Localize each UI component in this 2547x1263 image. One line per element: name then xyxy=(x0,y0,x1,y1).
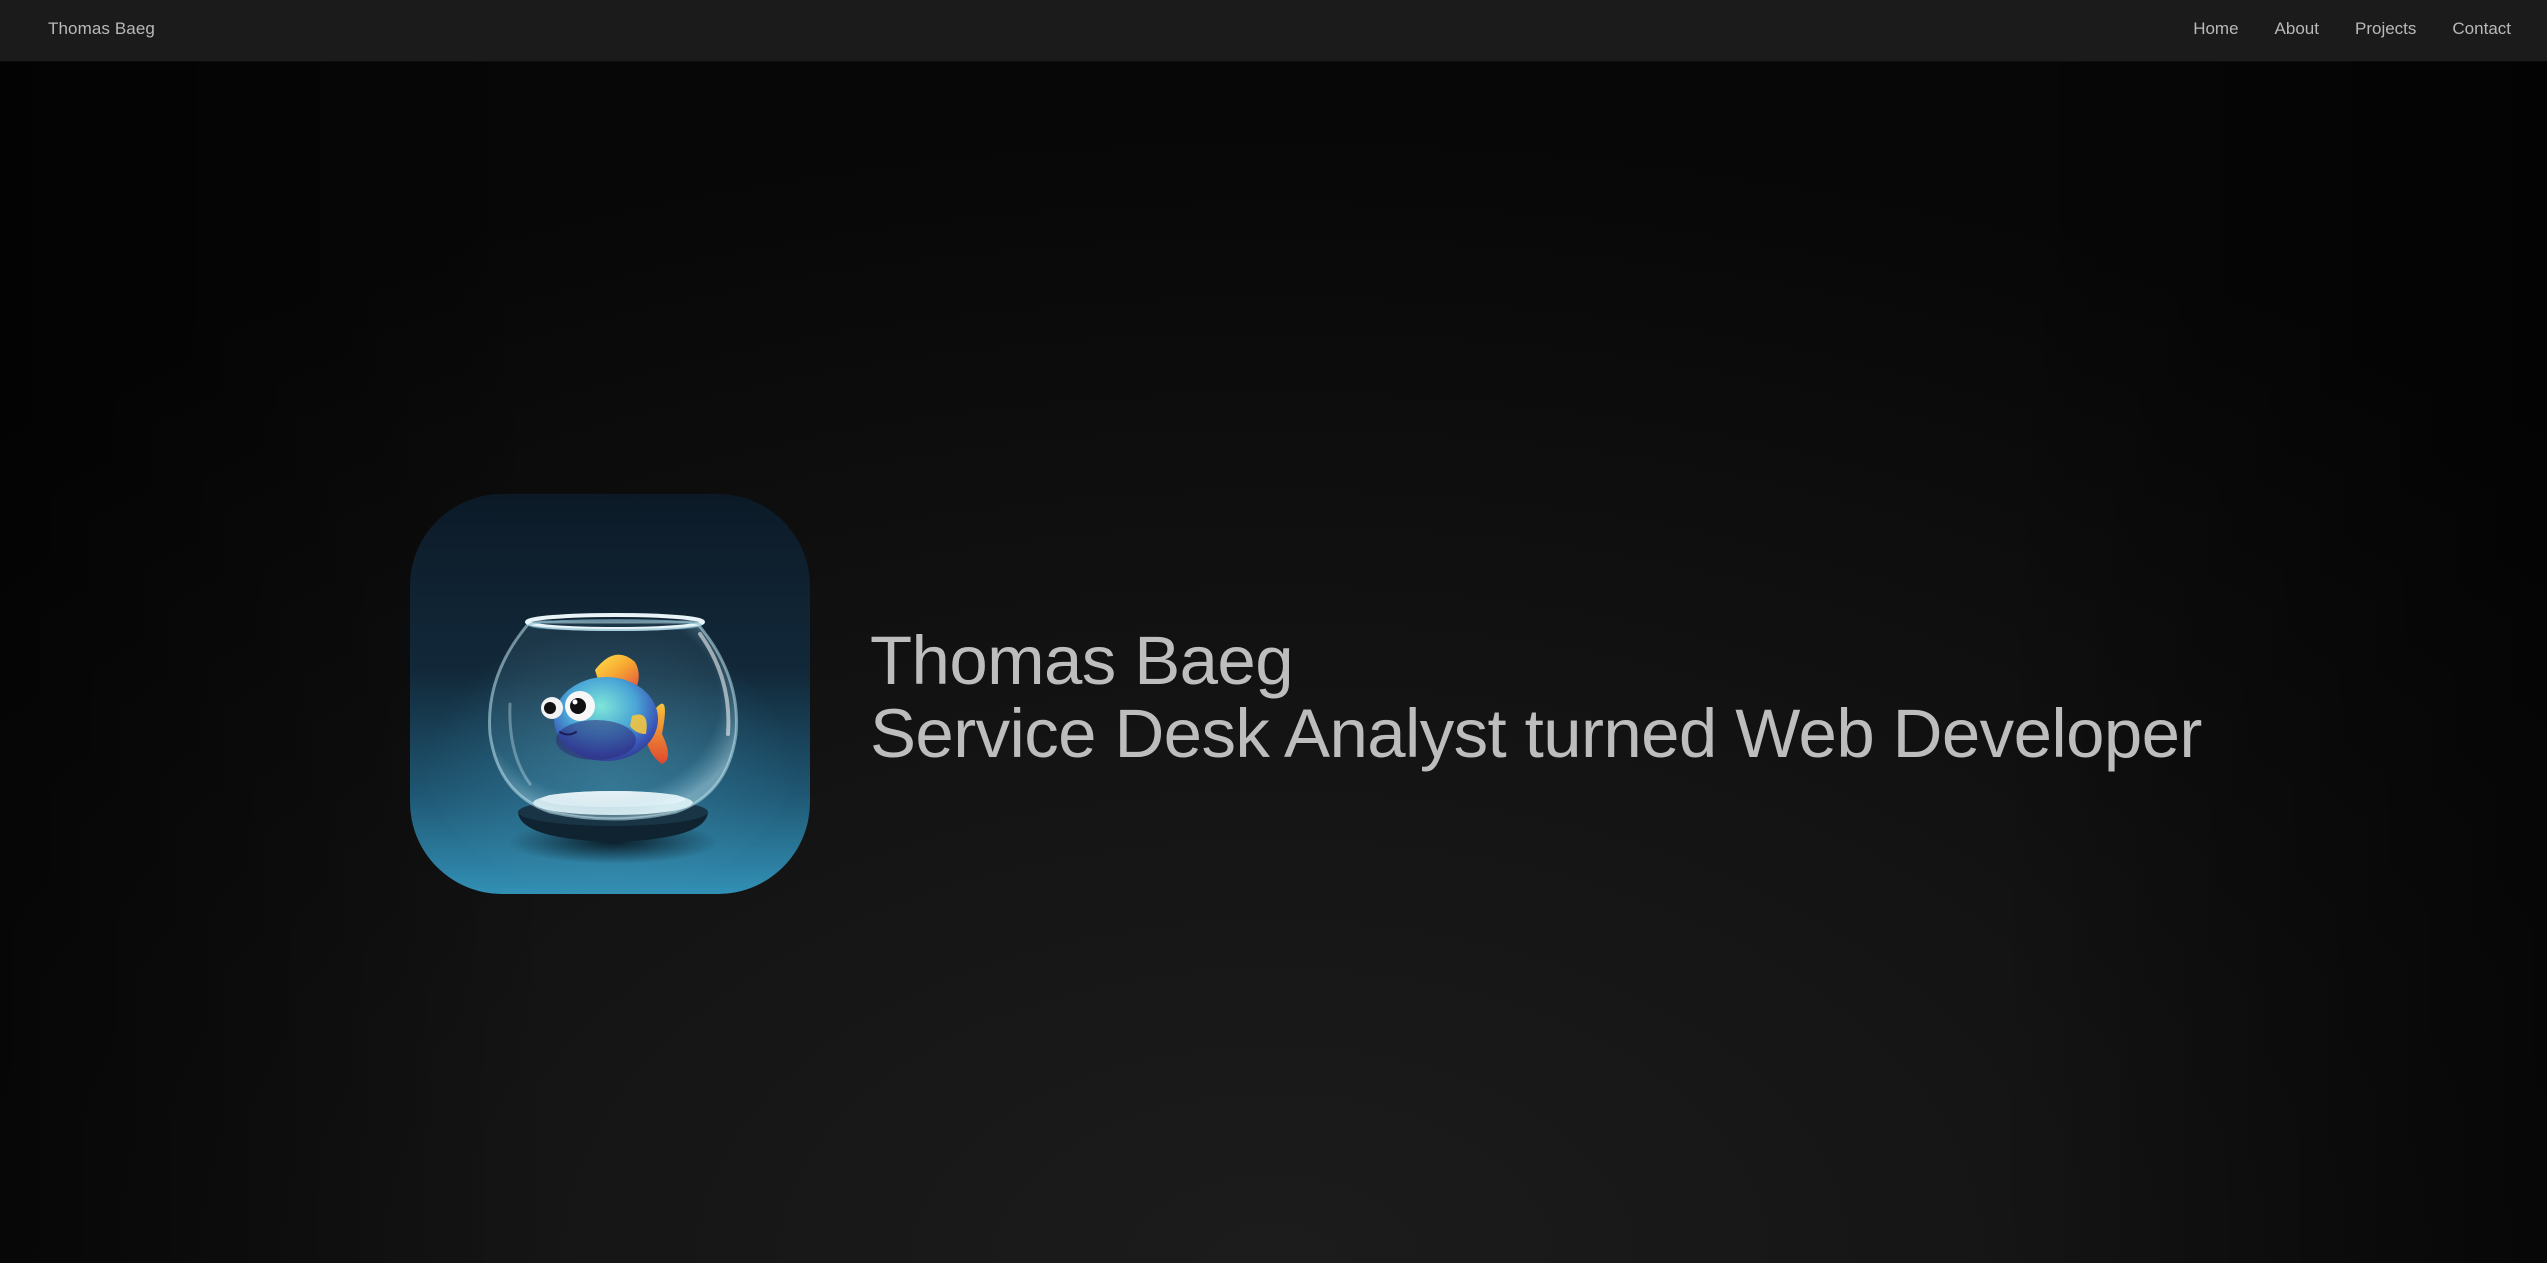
nav-link-contact[interactable]: Contact xyxy=(2452,19,2511,39)
nav-link-about[interactable]: About xyxy=(2275,19,2319,39)
avatar xyxy=(410,494,810,894)
page: Thomas Baeg Home About Projects Contact xyxy=(0,0,2547,1263)
hero-name: Thomas Baeg xyxy=(870,622,1294,699)
nav-link-home[interactable]: Home xyxy=(2193,19,2238,39)
hero-tagline: Service Desk Analyst turned Web Develope… xyxy=(870,695,2202,772)
nav-link-projects[interactable]: Projects xyxy=(2355,19,2416,39)
brand-link[interactable]: Thomas Baeg xyxy=(48,19,155,39)
fishbowl-icon xyxy=(410,494,810,894)
hero-section: Thomas Baeg Service Desk Analyst turned … xyxy=(410,494,2202,894)
hero-text: Thomas Baeg Service Desk Analyst turned … xyxy=(870,624,2202,770)
top-navbar: Thomas Baeg Home About Projects Contact xyxy=(0,0,2547,61)
nav-links: Home About Projects Contact xyxy=(2193,19,2511,39)
